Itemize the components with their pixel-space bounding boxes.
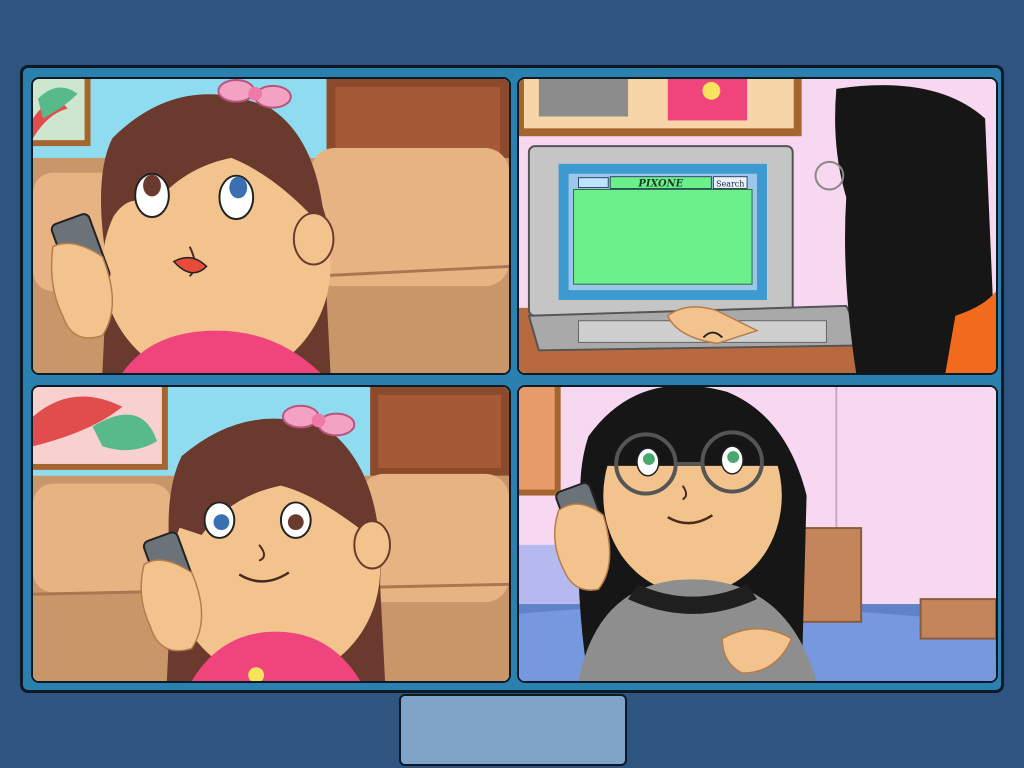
comic-panel-4 bbox=[517, 385, 998, 683]
comic-panel-2: PIXONE Search bbox=[517, 77, 998, 375]
panel-1-illustration bbox=[33, 79, 509, 373]
continue-button[interactable] bbox=[399, 694, 627, 766]
comic-panel-1 bbox=[31, 77, 511, 375]
comic-board: PIXONE Search bbox=[20, 65, 1004, 693]
comic-panel-3 bbox=[31, 385, 511, 683]
panel-4-illustration bbox=[519, 387, 996, 681]
panel-2-illustration: PIXONE Search bbox=[519, 79, 996, 373]
panel-3-illustration bbox=[33, 387, 509, 681]
site-name-text: PIXONE bbox=[637, 179, 683, 190]
search-label-text: Search bbox=[716, 180, 744, 189]
